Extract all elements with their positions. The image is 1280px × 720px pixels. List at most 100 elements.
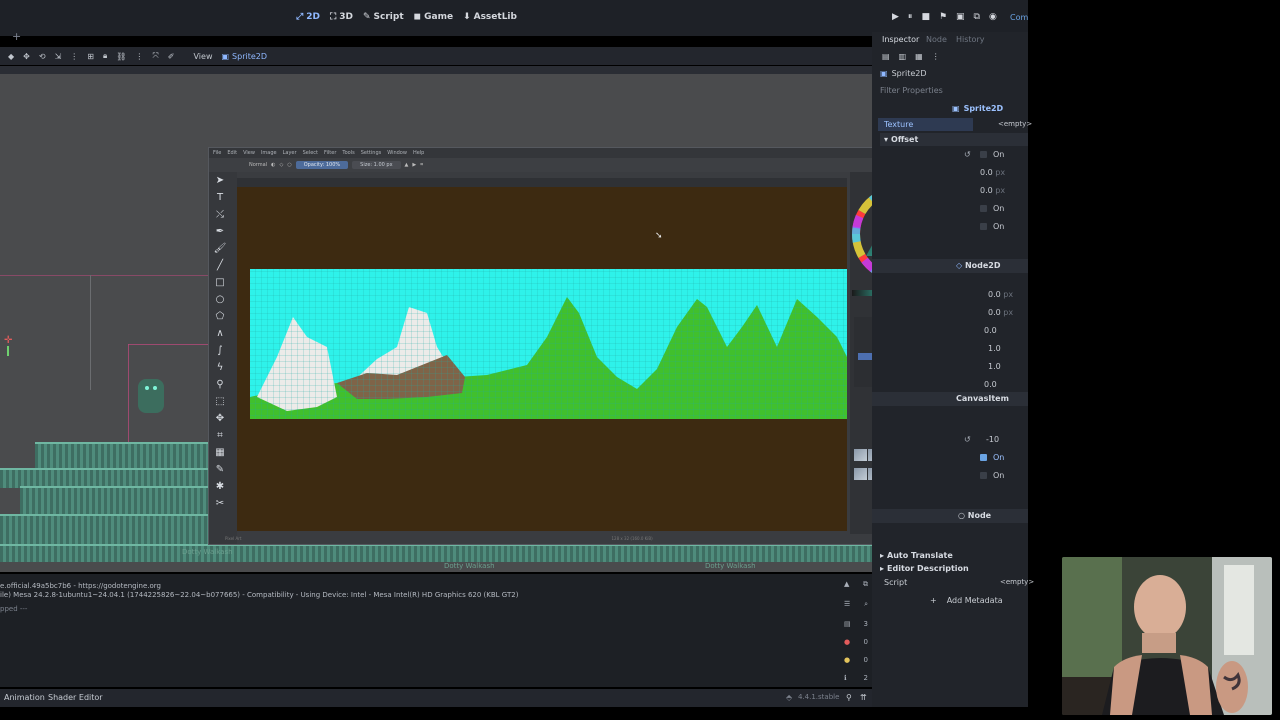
tab-inspector[interactable]: Inspector: [882, 35, 919, 44]
snap-icon[interactable]: ⊞: [87, 52, 94, 61]
menu-settings[interactable]: Settings: [361, 150, 382, 156]
brush-preset[interactable]: [854, 449, 867, 461]
menu-file[interactable]: File: [213, 150, 221, 156]
mirror-horizontal-icon[interactable]: ▲: [405, 162, 409, 168]
filter-editor[interactable]: ℹ2: [840, 674, 872, 682]
krita-ruler[interactable]: [237, 178, 847, 187]
scale-tool-icon[interactable]: ⇲: [55, 52, 62, 61]
ground-tile-strip[interactable]: [0, 544, 872, 562]
color-picker-icon[interactable]: ✎: [213, 463, 227, 477]
move-tool-icon[interactable]: ✥: [213, 412, 227, 426]
clear-icon[interactable]: ☰: [844, 600, 850, 609]
transform-tool-icon[interactable]: ⬚: [213, 395, 227, 409]
position-y-field[interactable]: 0.0 px: [988, 308, 1013, 317]
brush-preset[interactable]: [854, 467, 867, 480]
revert-icon[interactable]: ↺: [964, 435, 971, 444]
checkbox-y-sort[interactable]: On: [980, 471, 1004, 480]
checkbox-flip-v[interactable]: On: [980, 222, 1004, 231]
platform-tile[interactable]: [0, 514, 210, 546]
edit-shapes-icon[interactable]: ⤯: [213, 208, 227, 222]
mode-3d-button[interactable]: ⛶ 3D: [330, 12, 353, 22]
size-slider[interactable]: Size: 1.00 px: [352, 161, 401, 169]
menu-layer[interactable]: Layer: [283, 150, 297, 156]
krita-canvas[interactable]: ➘: [237, 187, 847, 531]
crop-tool-icon[interactable]: ⌗: [213, 429, 227, 443]
edited-node-label[interactable]: ▣ Sprite2D: [880, 69, 927, 78]
tab-animation[interactable]: Animation: [4, 693, 45, 702]
menu-edit[interactable]: Edit: [227, 150, 237, 156]
rotate-tool-icon[interactable]: ⟲: [39, 52, 46, 61]
filter-errors[interactable]: ● 0: [840, 638, 872, 646]
z-index-field[interactable]: -10: [986, 435, 999, 444]
new-resource-icon[interactable]: ▤: [882, 52, 890, 61]
opacity-slider[interactable]: Opacity: 100%: [295, 161, 349, 169]
select-tool-icon[interactable]: ◆: [8, 52, 14, 61]
menu-image[interactable]: Image: [261, 150, 277, 156]
select-pointer-icon[interactable]: ➤: [213, 174, 227, 188]
save-resource-icon[interactable]: ▦: [915, 52, 923, 61]
platform-tile[interactable]: [20, 486, 210, 516]
pause-icon[interactable]: ⏸: [908, 12, 913, 22]
alpha-lock-icon[interactable]: ◇: [279, 162, 283, 168]
dynamic-brush-icon[interactable]: ⚲: [213, 378, 227, 392]
stop-icon[interactable]: ■: [921, 12, 930, 22]
menu-filter[interactable]: Filter: [324, 150, 336, 156]
smart-patch-icon[interactable]: ✱: [213, 480, 227, 494]
play-icon[interactable]: ▶: [892, 12, 899, 22]
filter-warnings[interactable]: ● 0: [840, 656, 872, 664]
node-section[interactable]: ○ Node: [872, 509, 1028, 523]
mirror-vertical-icon[interactable]: ▶: [412, 162, 416, 168]
search-icon[interactable]: ⌕: [864, 600, 868, 609]
player-sprite[interactable]: [138, 379, 164, 413]
pan-icon[interactable]: ⤧: [152, 51, 158, 61]
more-icon[interactable]: ⋮: [70, 52, 78, 61]
polygon-tool-icon[interactable]: ⬠: [213, 310, 227, 324]
line-tool-icon[interactable]: ╱: [213, 259, 227, 273]
revert-icon[interactable]: ↺: [964, 150, 971, 159]
rotation-field[interactable]: 0.0: [984, 326, 997, 335]
krita-window[interactable]: File Edit View Image Layer Select Filter…: [208, 147, 958, 545]
movie-icon[interactable]: ◉: [989, 12, 997, 22]
menu-window[interactable]: Window: [387, 150, 407, 156]
offset-x-field[interactable]: 0.0 px: [980, 168, 1005, 177]
scale-x-field[interactable]: 1.0: [988, 344, 1001, 353]
renderer-label[interactable]: Com: [1010, 13, 1028, 22]
filter-messages[interactable]: ▤ 3: [840, 620, 872, 628]
gradient-tool-icon[interactable]: ▦: [213, 446, 227, 460]
tab-shader-editor[interactable]: Shader Editor: [48, 693, 103, 702]
tab-node[interactable]: Node: [926, 35, 947, 44]
menu-help[interactable]: Help: [413, 150, 424, 156]
blend-mode-select[interactable]: Normal: [249, 162, 267, 168]
brush-tool-icon[interactable]: 🖌︎: [213, 242, 227, 256]
offset-section[interactable]: ▾ Offset: [884, 135, 918, 144]
editor-description-section[interactable]: ▸ Editor Description: [880, 564, 969, 573]
menu-select[interactable]: Select: [303, 150, 318, 156]
platform-tile[interactable]: [0, 468, 210, 488]
rectangle-tool-icon[interactable]: □: [213, 276, 227, 290]
text-tool-icon[interactable]: T: [213, 191, 227, 205]
add-metadata-button[interactable]: + Add Metadata: [930, 596, 1003, 605]
calligraphy-icon[interactable]: ✒: [213, 225, 227, 239]
reload-preset-icon[interactable]: ○: [287, 162, 291, 168]
offset-y-field[interactable]: 0.0 px: [980, 186, 1005, 195]
more-icon[interactable]: ⋮: [932, 52, 940, 61]
group-icon[interactable]: ⛓: [116, 52, 126, 61]
notification-icon[interactable]: ⬘: [786, 693, 792, 702]
bone-icon[interactable]: ⋮: [135, 52, 143, 61]
load-resource-icon[interactable]: ▥: [899, 52, 907, 61]
node2d-section[interactable]: ◇ Node2D: [872, 259, 1028, 273]
mode-game-button[interactable]: ◼ Game: [414, 12, 453, 22]
ellipse-tool-icon[interactable]: ○: [213, 293, 227, 307]
checkbox-flip-h[interactable]: On: [980, 204, 1004, 213]
expand-panel-icon[interactable]: ⇈: [860, 693, 867, 702]
polyline-tool-icon[interactable]: ∧: [213, 327, 227, 341]
erase-toggle-icon[interactable]: ◐: [271, 162, 275, 168]
bezier-tool-icon[interactable]: ∫: [213, 344, 227, 358]
mode-2d-button[interactable]: ⤢ 2D: [296, 12, 320, 22]
skew-field[interactable]: 0.0: [984, 380, 997, 389]
menu-view[interactable]: View: [243, 150, 255, 156]
sprite2d-tab[interactable]: ▣ Sprite2D: [221, 52, 267, 61]
freehand-path-icon[interactable]: ϟ: [213, 361, 227, 375]
position-x-field[interactable]: 0.0 px: [988, 290, 1013, 299]
play-scene-icon[interactable]: ▣: [956, 12, 965, 22]
